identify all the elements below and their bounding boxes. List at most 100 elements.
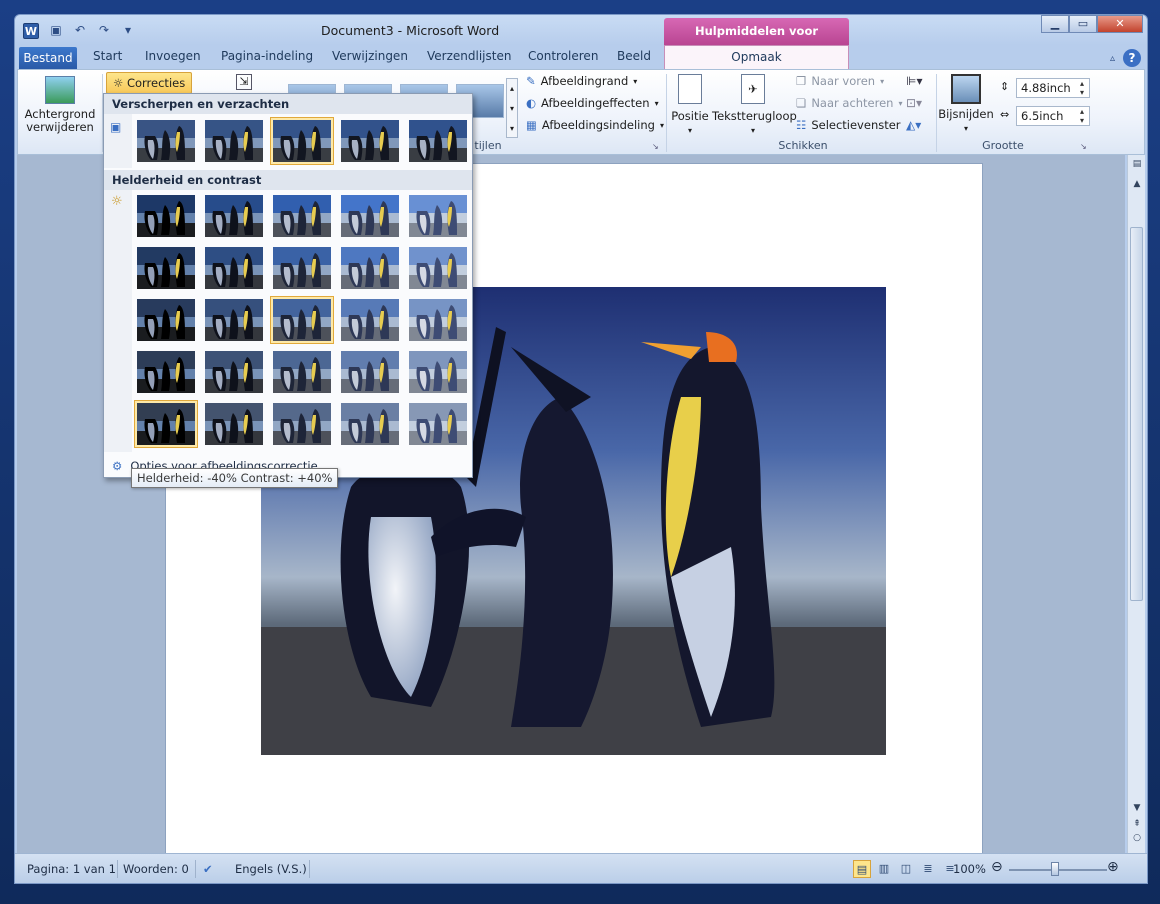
- brightness-contrast-thumbnail[interactable]: [134, 348, 198, 396]
- page-count[interactable]: Pagina: 1 van 1: [27, 862, 116, 876]
- selection-pane-button[interactable]: ☷ Selectievenster: [796, 118, 901, 132]
- rotate-icon[interactable]: ◭▾: [906, 118, 921, 132]
- brightness-contrast-thumbnail[interactable]: [202, 296, 266, 344]
- vertical-scrollbar[interactable]: ▤ ▲ ▼ ⇞ ○: [1127, 155, 1145, 853]
- brightness-contrast-thumbnail[interactable]: [270, 348, 334, 396]
- group-icon[interactable]: ⊡▾: [906, 96, 922, 110]
- brightness-contrast-thumbnail[interactable]: [202, 192, 266, 240]
- brightness-contrast-thumbnail[interactable]: [270, 192, 334, 240]
- crop-button[interactable]: Bijsnijden ▾: [938, 74, 994, 135]
- sharpen-thumbnail[interactable]: [270, 117, 334, 165]
- remove-background-button[interactable]: Achtergrond verwijderen: [24, 76, 96, 134]
- height-input[interactable]: 4.88inch: [1016, 78, 1090, 98]
- sharpen-thumbnail[interactable]: [202, 117, 266, 165]
- previous-page-icon[interactable]: ⇞: [1128, 819, 1146, 829]
- quick-access-toolbar: ▣ ↶ ↷ ▾: [47, 22, 137, 38]
- sharpen-thumbnail[interactable]: [338, 117, 402, 165]
- tab-format[interactable]: Opmaak: [664, 45, 849, 69]
- size-group-label: Grootte: [982, 139, 1024, 152]
- tab-review[interactable]: Controleren: [528, 49, 598, 63]
- gallery-scroll-icon[interactable]: ▴ ▾ ▾: [506, 78, 518, 138]
- brightness-contrast-thumbnail[interactable]: [134, 192, 198, 240]
- brightness-contrast-thumbnail[interactable]: [202, 348, 266, 396]
- compress-pictures-icon[interactable]: ⇲: [236, 74, 252, 90]
- brightness-contrast-thumbnail[interactable]: [270, 400, 334, 448]
- print-layout-icon[interactable]: ▤: [853, 860, 871, 878]
- word-app-icon[interactable]: W: [23, 23, 39, 39]
- tab-file[interactable]: Bestand: [19, 47, 77, 69]
- word-count[interactable]: Woorden: 0: [123, 862, 189, 876]
- width-input[interactable]: 6.5inch: [1016, 106, 1090, 126]
- help-icon[interactable]: ?: [1123, 49, 1141, 67]
- maximize-button[interactable]: ▭: [1069, 15, 1097, 33]
- help-area: ▵ ?: [1110, 49, 1141, 67]
- dialog-launcher-icon[interactable]: ↘: [652, 142, 659, 151]
- sharpen-thumbnail[interactable]: [134, 117, 198, 165]
- send-backward-button[interactable]: ❏ Naar achteren ▾: [796, 96, 903, 110]
- brightness-contrast-thumbnail[interactable]: [134, 244, 198, 292]
- tab-insert[interactable]: Invoegen: [145, 49, 201, 63]
- scroll-down-icon[interactable]: ▼: [1128, 803, 1146, 813]
- wrap-text-icon: ✈: [741, 74, 765, 104]
- brightness-contrast-thumbnail[interactable]: [202, 400, 266, 448]
- full-screen-reading-icon[interactable]: ▥: [875, 860, 893, 878]
- tab-view[interactable]: Beeld: [617, 49, 651, 63]
- separator: [936, 74, 937, 152]
- scrollbar-thumb[interactable]: [1130, 227, 1143, 601]
- dialog-launcher-icon[interactable]: ↘: [1080, 142, 1087, 151]
- brightness-contrast-thumbnail[interactable]: [338, 348, 402, 396]
- zoom-slider-thumb[interactable]: [1051, 862, 1059, 876]
- close-button[interactable]: ✕: [1097, 15, 1143, 33]
- brightness-contrast-thumbnail[interactable]: [338, 244, 402, 292]
- ruler-toggle-icon[interactable]: ▤: [1128, 159, 1146, 169]
- save-icon[interactable]: ▣: [47, 22, 65, 38]
- position-button[interactable]: Positie ▾: [670, 74, 710, 137]
- arrange-group-label: Schikken: [778, 139, 828, 152]
- brightness-contrast-thumbnail[interactable]: [270, 296, 334, 344]
- brightness-contrast-thumbnail[interactable]: [134, 400, 198, 448]
- zoom-in-icon[interactable]: ⊕: [1107, 859, 1119, 875]
- proofing-icon[interactable]: ✔: [203, 862, 213, 876]
- picture-layout-button[interactable]: ▦ Afbeeldingsindeling ▾: [526, 118, 664, 132]
- bring-forward-button[interactable]: ❐ Naar voren ▾: [796, 74, 884, 88]
- chevron-down-icon: ▾: [654, 98, 659, 108]
- language-indicator[interactable]: Engels (V.S.): [235, 862, 307, 876]
- corrections-gallery: Verscherpen en verzachten ▣ Helderheid e…: [103, 93, 473, 478]
- browse-object-icon[interactable]: ○: [1128, 833, 1146, 843]
- brightness-contrast-thumbnail[interactable]: [270, 244, 334, 292]
- web-layout-icon[interactable]: ◫: [897, 860, 915, 878]
- tab-page-layout[interactable]: Pagina-indeling: [221, 49, 313, 63]
- zoom-level[interactable]: 100%: [953, 862, 986, 876]
- tab-mailings[interactable]: Verzendlijsten: [427, 49, 511, 63]
- brightness-contrast-thumbnail[interactable]: [338, 400, 402, 448]
- crop-icon: [951, 74, 981, 104]
- redo-icon[interactable]: ↷: [95, 22, 113, 38]
- corrections-button[interactable]: ☼ Correcties ▾: [106, 72, 192, 110]
- brightness-contrast-thumbnail[interactable]: [338, 296, 402, 344]
- divider: [117, 860, 118, 878]
- wrap-text-button[interactable]: ✈ Tekstterugloop ▾: [712, 74, 797, 137]
- undo-icon[interactable]: ↶: [71, 22, 89, 38]
- outline-icon[interactable]: ≣: [919, 860, 937, 878]
- picture-effects-button[interactable]: ◐ Afbeeldingeffecten ▾: [526, 96, 659, 110]
- sun-icon: ☼: [113, 76, 124, 90]
- tab-references[interactable]: Verwijzingen: [332, 49, 408, 63]
- picture-border-button[interactable]: ✎ Afbeeldingrand ▾: [526, 74, 637, 88]
- brightness-contrast-thumbnail[interactable]: [406, 296, 470, 344]
- zoom-out-icon[interactable]: ⊖: [991, 859, 1003, 875]
- brightness-contrast-thumbnail[interactable]: [406, 244, 470, 292]
- brightness-contrast-thumbnail[interactable]: [406, 400, 470, 448]
- scroll-up-icon[interactable]: ▲: [1128, 179, 1146, 189]
- brightness-contrast-thumbnail[interactable]: [406, 348, 470, 396]
- minimize-ribbon-icon[interactable]: ▵: [1110, 53, 1115, 64]
- brightness-contrast-thumbnail[interactable]: [134, 296, 198, 344]
- align-icon[interactable]: ⊫▾: [906, 74, 922, 88]
- minimize-button[interactable]: ▁: [1041, 15, 1069, 33]
- tab-start[interactable]: Start: [93, 49, 122, 63]
- status-bar: Pagina: 1 van 1 Woorden: 0 ✔ Engels (V.S…: [15, 853, 1147, 883]
- customize-qat-icon[interactable]: ▾: [119, 22, 137, 38]
- brightness-contrast-thumbnail[interactable]: [338, 192, 402, 240]
- brightness-contrast-thumbnail[interactable]: [202, 244, 266, 292]
- sharpen-thumbnail[interactable]: [406, 117, 470, 165]
- brightness-contrast-thumbnail[interactable]: [406, 192, 470, 240]
